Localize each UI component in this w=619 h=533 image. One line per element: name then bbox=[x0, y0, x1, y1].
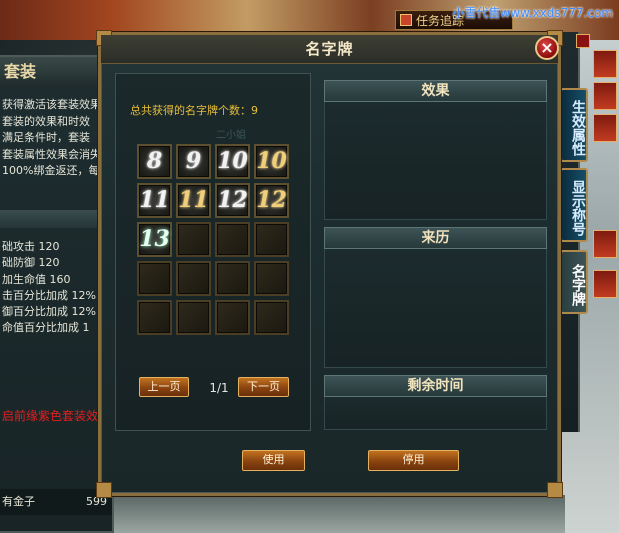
name-plate-icon: 12 bbox=[256, 187, 287, 213]
name-plate-slot[interactable]: 12 bbox=[215, 183, 250, 218]
dialog-title: 名字牌 bbox=[305, 40, 354, 58]
empty-slot bbox=[176, 300, 211, 335]
name-plate-icon: 12 bbox=[217, 187, 248, 213]
name-plate-slot[interactable]: 13 bbox=[137, 222, 172, 257]
suit-stats: 础攻击 120 础防御 120 加生命值 160 击百分比加成 12% 御百分比… bbox=[2, 239, 112, 337]
empty-slot bbox=[215, 300, 250, 335]
prev-page-button[interactable]: 上一页 bbox=[139, 377, 189, 397]
dialog-corner-ornament bbox=[96, 482, 112, 498]
remaining-time-header: 剩余时间 bbox=[324, 375, 547, 397]
quest-icon bbox=[400, 14, 412, 26]
suit-panel: 套装 获得激活该套装效果 套装的效果和时效 满足条件时，套装 套装属性效果会消失… bbox=[0, 55, 114, 533]
name-plate-slot[interactable]: 11 bbox=[176, 183, 211, 218]
source-header: 来历 bbox=[324, 227, 547, 249]
name-plate-slot[interactable]: 11 bbox=[137, 183, 172, 218]
empty-slot bbox=[254, 261, 289, 296]
suit-stat-line: 御百分比加成 12% bbox=[2, 305, 96, 319]
name-plate-slot[interactable]: 10 bbox=[215, 144, 250, 179]
name-plate-icon: 13 bbox=[139, 226, 170, 252]
suit-stat-line: 命值百分比加成 1 bbox=[2, 321, 90, 335]
source-body bbox=[324, 249, 547, 368]
suit-red-note: 启前缘紫色套装效 bbox=[2, 409, 99, 423]
next-page-button[interactable]: 下一页 bbox=[238, 377, 289, 397]
side-menu-strip[interactable] bbox=[593, 230, 617, 258]
name-plate-count: 总共获得的名字牌个数：9 bbox=[130, 104, 258, 117]
use-button[interactable]: 使用 bbox=[242, 450, 305, 471]
close-icon: × bbox=[540, 38, 554, 57]
empty-slot bbox=[254, 300, 289, 335]
gold-label: 有金子 bbox=[2, 495, 35, 508]
suit-desc-line: 套装属性效果会消失 bbox=[2, 147, 101, 161]
suit-stat-line: 击百分比加成 12% bbox=[2, 288, 96, 302]
suit-separator bbox=[0, 210, 112, 228]
close-button[interactable]: × bbox=[535, 36, 559, 60]
empty-slot bbox=[176, 261, 211, 296]
empty-slot bbox=[137, 261, 172, 296]
suit-description: 获得激活该套装效果 套装的效果和时效 满足条件时，套装 套装属性效果会消失 10… bbox=[2, 97, 112, 180]
side-menu-strips bbox=[593, 50, 619, 310]
suit-stat-line: 础攻击 120 bbox=[2, 240, 60, 253]
watermark-text: 小雪代售www.xxds777.com bbox=[452, 6, 613, 20]
empty-slot bbox=[215, 261, 250, 296]
name-plate-slot[interactable]: 12 bbox=[254, 183, 289, 218]
tab-show-title[interactable]: 显示称号 bbox=[560, 168, 588, 242]
side-menu-strip[interactable] bbox=[593, 82, 617, 110]
empty-slot bbox=[137, 300, 172, 335]
page-indicator: 1/1 bbox=[209, 381, 229, 395]
stop-button[interactable]: 停用 bbox=[368, 450, 459, 471]
suit-stat-line: 础防御 120 bbox=[2, 256, 60, 270]
suit-desc-line: 获得激活该套装效果 bbox=[2, 98, 101, 111]
suit-desc-line: 100%绑金返还，每月最多 bbox=[2, 164, 112, 177]
empty-slot bbox=[254, 222, 289, 257]
dialog-title-bar[interactable]: 名字牌 bbox=[101, 35, 558, 64]
scenery-bottom bbox=[95, 495, 565, 533]
suit-stat-line: 加生命值 160 bbox=[2, 272, 71, 286]
effect-header: 效果 bbox=[324, 80, 547, 102]
side-menu-strip[interactable] bbox=[593, 50, 617, 78]
name-plate-slot[interactable]: 8 bbox=[137, 144, 172, 179]
name-plate-list-panel: 总共获得的名字牌个数：9 二小姐 8 9 10 10 11 11 12 12 13 上一页 1/… bbox=[115, 73, 311, 431]
suit-desc-line: 套装的效果和时效 bbox=[2, 114, 90, 128]
name-plate-icon: 11 bbox=[139, 187, 170, 213]
dialog-corner-ornament bbox=[547, 482, 563, 498]
empty-slot bbox=[176, 222, 211, 257]
suit-panel-title: 套装 bbox=[0, 57, 112, 87]
name-plate-grid: 8 9 10 10 11 11 12 12 13 bbox=[137, 144, 293, 337]
side-menu-strip[interactable] bbox=[593, 114, 617, 142]
name-plate-detail-panel: 效果 来历 剩余时间 bbox=[324, 80, 547, 430]
name-plate-icon: 8 bbox=[146, 148, 163, 174]
remaining-time-body bbox=[324, 397, 547, 430]
character-panel-close-button[interactable] bbox=[576, 34, 590, 48]
name-plate-icon: 11 bbox=[178, 187, 209, 213]
tab-name-plate[interactable]: 名字牌 bbox=[560, 250, 588, 314]
suit-desc-line: 满足条件时，套装 bbox=[2, 131, 90, 144]
pagination: 上一页 1/1 下一页 bbox=[139, 377, 309, 399]
ghost-name-text: 二小姐 bbox=[216, 130, 246, 141]
empty-slot bbox=[215, 222, 250, 257]
name-plate-slot[interactable]: 9 bbox=[176, 144, 211, 179]
tab-active-attributes[interactable]: 生效属性 bbox=[560, 88, 588, 162]
effect-body bbox=[324, 102, 547, 220]
name-plate-icon: 9 bbox=[185, 148, 202, 174]
name-plate-icon: 10 bbox=[217, 148, 248, 174]
name-plate-slot[interactable]: 10 bbox=[254, 144, 289, 179]
name-plate-icon: 10 bbox=[256, 148, 287, 174]
side-menu-strip[interactable] bbox=[593, 270, 617, 298]
name-plate-dialog: 名字牌 × 总共获得的名字牌个数：9 二小姐 8 9 10 10 11 11 12 12 13 … bbox=[96, 30, 563, 498]
